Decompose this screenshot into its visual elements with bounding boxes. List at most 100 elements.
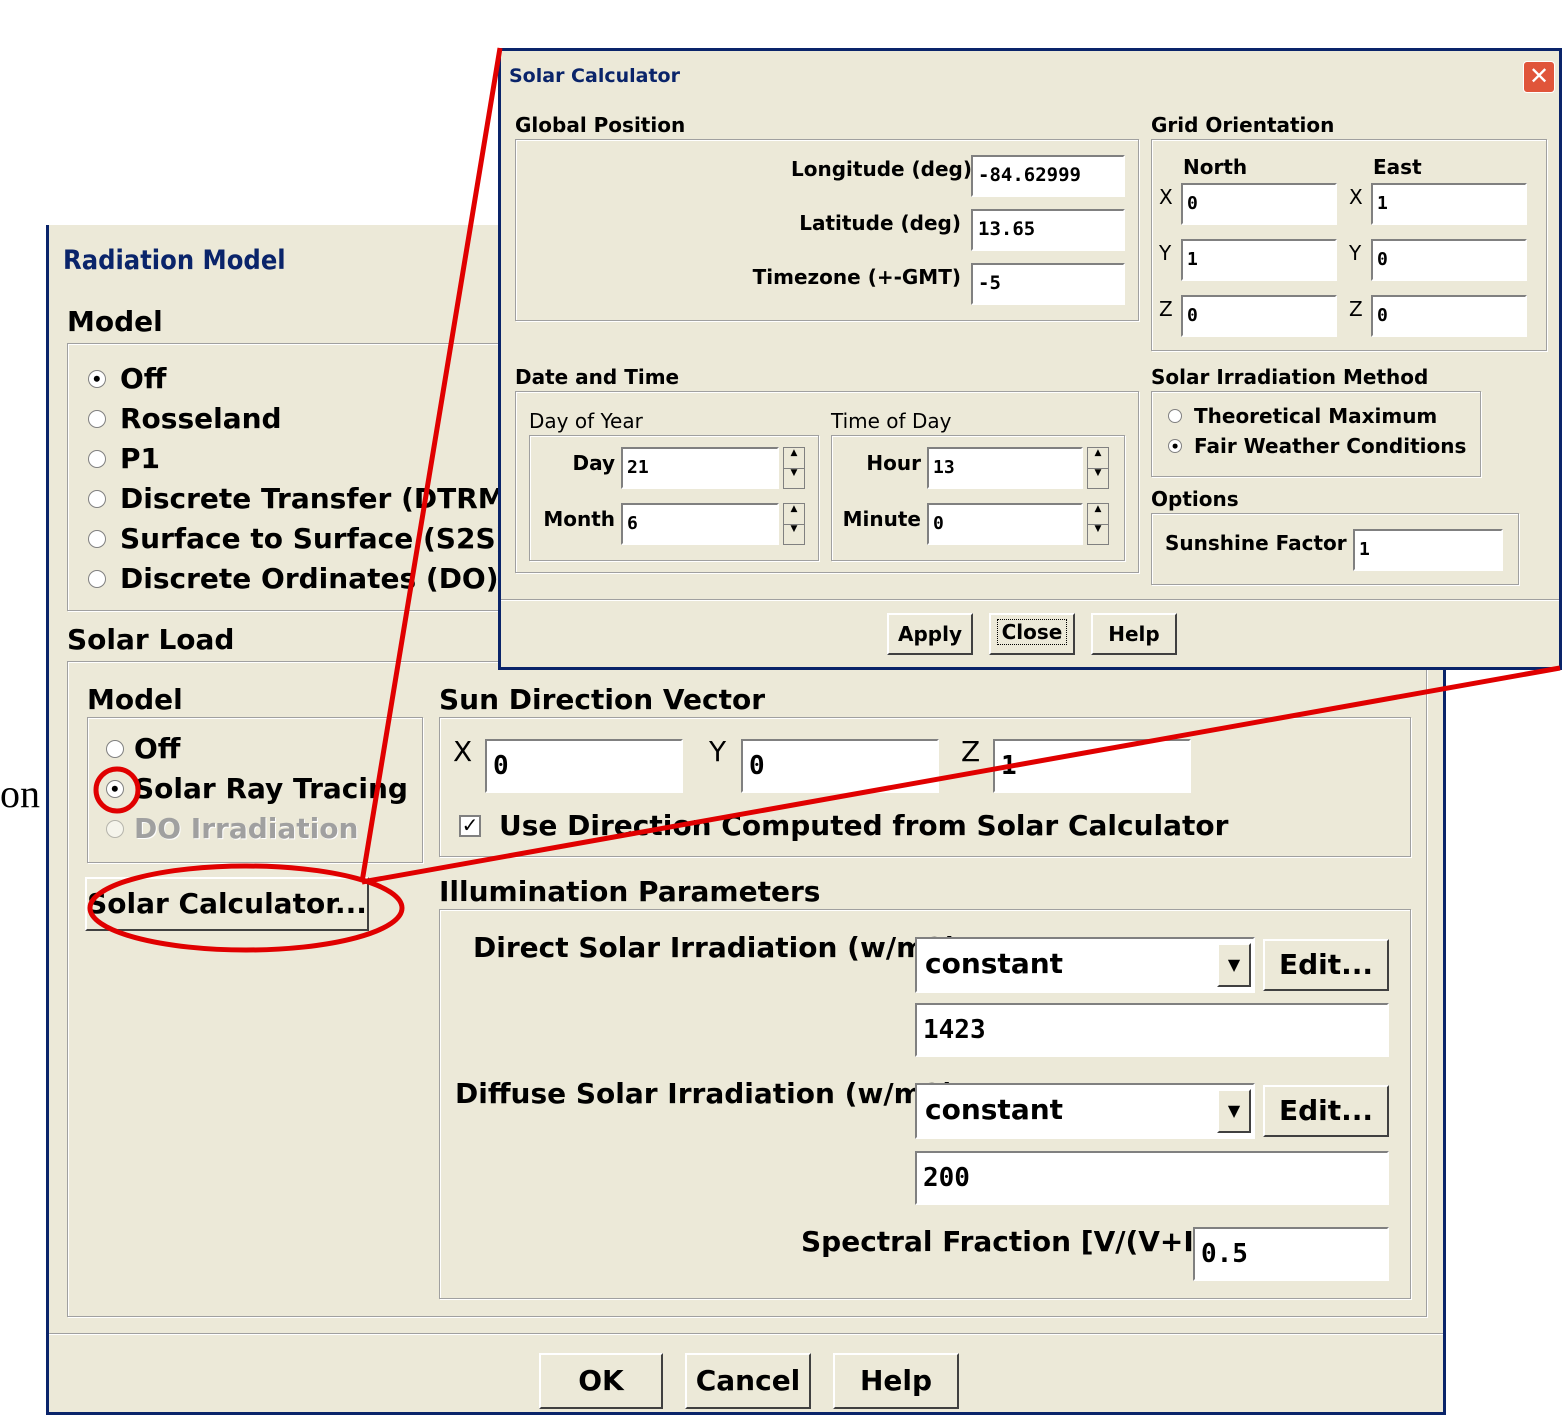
diffuse-edit-button[interactable]: Edit...: [1263, 1085, 1389, 1137]
longitude-label: Longitude (deg): [791, 157, 973, 181]
spin-up-icon[interactable]: ▲: [784, 504, 804, 525]
east-y-input[interactable]: 0: [1371, 239, 1527, 281]
direct-method-dropdown-button[interactable]: ▼: [1217, 943, 1251, 987]
sun-direction-title: Sun Direction Vector: [439, 683, 766, 716]
model-option-radio-2[interactable]: [88, 450, 106, 468]
solar-model-group: Off Solar Ray Tracing DO Irradiation: [87, 717, 423, 863]
minute-spinner[interactable]: ▲ ▼: [1087, 503, 1109, 545]
sun-z-input[interactable]: 1: [993, 739, 1191, 793]
month-spinner[interactable]: ▲ ▼: [783, 503, 805, 545]
chevron-down-icon: ▼: [1227, 955, 1241, 974]
north-y-input[interactable]: 1: [1181, 239, 1337, 281]
help-button[interactable]: Help: [833, 1353, 959, 1409]
latitude-input[interactable]: 13.65: [971, 209, 1125, 251]
solar-calculator-dialog: Solar Calculator ✕ Global Position Longi…: [498, 48, 1562, 670]
day-input[interactable]: 21: [621, 447, 779, 489]
diffuse-method-dropdown-button[interactable]: ▼: [1217, 1089, 1251, 1133]
hour-spinner[interactable]: ▲ ▼: [1087, 447, 1109, 489]
cancel-button[interactable]: Cancel: [685, 1353, 811, 1409]
solar-calc-titlebar[interactable]: Solar Calculator ✕: [501, 51, 1559, 101]
spin-up-icon[interactable]: ▲: [1088, 448, 1108, 469]
ok-button[interactable]: OK: [539, 1353, 663, 1409]
date-time-title: Date and Time: [515, 365, 680, 389]
timezone-input[interactable]: -5: [971, 263, 1125, 305]
day-spinner[interactable]: ▲ ▼: [783, 447, 805, 489]
close-icon[interactable]: ✕: [1523, 61, 1555, 93]
east-label: East: [1373, 155, 1422, 179]
minute-label: Minute: [842, 507, 921, 531]
model-option-radio-5[interactable]: [88, 570, 106, 588]
use-computed-label: Use Direction Computed from Solar Calcul…: [499, 809, 1229, 842]
apply-button[interactable]: Apply: [887, 613, 973, 655]
east-z-input[interactable]: 0: [1371, 295, 1527, 337]
diffuse-method-value: constant: [925, 1093, 1064, 1126]
diffuse-method-select[interactable]: constant: [915, 1083, 1255, 1139]
sun-y-input[interactable]: 0: [741, 739, 939, 793]
solar-model-option-label-1: Solar Ray Tracing: [134, 772, 408, 805]
global-position-title: Global Position: [515, 113, 686, 137]
solar-load-title: Solar Load: [67, 623, 235, 656]
spectral-fraction-label: Spectral Fraction [V/(V+IR)]: [801, 1225, 1241, 1258]
day-of-year-title: Day of Year: [529, 409, 643, 433]
latitude-label: Latitude (deg): [799, 211, 961, 235]
model-option-radio-4[interactable]: [88, 530, 106, 548]
sun-y-label: Y: [709, 735, 727, 768]
model-option-radio-0[interactable]: [88, 370, 106, 388]
sunshine-factor-input[interactable]: 1: [1353, 529, 1503, 571]
irradiation-method-option-radio-1[interactable]: [1168, 439, 1182, 453]
button-separator: [501, 599, 1559, 601]
solar-model-option-label-0: Off: [134, 732, 181, 765]
day-label: Day: [572, 451, 615, 475]
diffuse-value-input[interactable]: 200: [915, 1151, 1389, 1205]
minute-input[interactable]: 0: [927, 503, 1083, 545]
spin-down-icon[interactable]: ▼: [1088, 468, 1108, 488]
solar-model-option-radio-1[interactable]: [106, 780, 124, 798]
irradiation-method-group: Theoretical Maximum Fair Weather Conditio…: [1151, 391, 1481, 477]
east-z-label: Z: [1349, 297, 1363, 321]
east-x-input[interactable]: 1: [1371, 183, 1527, 225]
timezone-label: Timezone (+-GMT): [752, 265, 961, 289]
sunshine-factor-label: Sunshine Factor: [1165, 531, 1347, 555]
model-option-label-2: P1: [120, 442, 161, 475]
direct-edit-button[interactable]: Edit...: [1263, 939, 1389, 991]
options-title: Options: [1151, 487, 1239, 511]
north-z-input[interactable]: 0: [1181, 295, 1337, 337]
longitude-input[interactable]: -84.62999: [971, 155, 1125, 197]
chevron-down-icon: ▼: [1227, 1101, 1241, 1120]
north-z-label: Z: [1159, 297, 1173, 321]
model-option-label-1: Rosseland: [120, 402, 282, 435]
model-option-label-4: Surface to Surface (S2S): [120, 522, 509, 555]
east-x-label: X: [1349, 185, 1363, 209]
time-of-day-title: Time of Day: [831, 409, 952, 433]
model-option-label-3: Discrete Transfer (DTRM): [120, 482, 519, 515]
solar-model-option-radio-0[interactable]: [106, 740, 124, 758]
spin-down-icon[interactable]: ▼: [1088, 524, 1108, 544]
hour-input[interactable]: 13: [927, 447, 1083, 489]
direct-method-select[interactable]: constant: [915, 937, 1255, 993]
solar-calculator-button[interactable]: Solar Calculator...: [85, 877, 369, 931]
spectral-fraction-input[interactable]: 0.5: [1193, 1227, 1389, 1281]
use-computed-checkbox[interactable]: ✓: [459, 815, 481, 837]
model-option-radio-3[interactable]: [88, 490, 106, 508]
model-option-label-0: Off: [120, 362, 167, 395]
month-input[interactable]: 6: [621, 503, 779, 545]
spin-down-icon[interactable]: ▼: [784, 468, 804, 488]
irradiation-method-option-radio-0[interactable]: [1168, 409, 1182, 423]
button-separator: [49, 1333, 1443, 1335]
month-label: Month: [543, 507, 615, 531]
north-x-input[interactable]: 0: [1181, 183, 1337, 225]
model-option-radio-1[interactable]: [88, 410, 106, 428]
irradiation-method-title: Solar Irradiation Method: [1151, 365, 1429, 389]
help-button[interactable]: Help: [1091, 613, 1177, 655]
model-group-title: Model: [67, 305, 163, 338]
spin-up-icon[interactable]: ▲: [784, 448, 804, 469]
close-button[interactable]: Close: [989, 613, 1075, 655]
direct-irradiation-label: Direct Solar Irradiation (w/m2): [473, 931, 958, 964]
solar-model-title: Model: [87, 683, 183, 716]
spin-up-icon[interactable]: ▲: [1088, 504, 1108, 525]
direct-value-input[interactable]: 1423: [915, 1003, 1389, 1057]
sun-x-input[interactable]: 0: [485, 739, 683, 793]
spin-down-icon[interactable]: ▼: [784, 524, 804, 544]
radiation-title: Radiation Model: [63, 245, 286, 276]
close-button-label: Close: [996, 619, 1068, 645]
